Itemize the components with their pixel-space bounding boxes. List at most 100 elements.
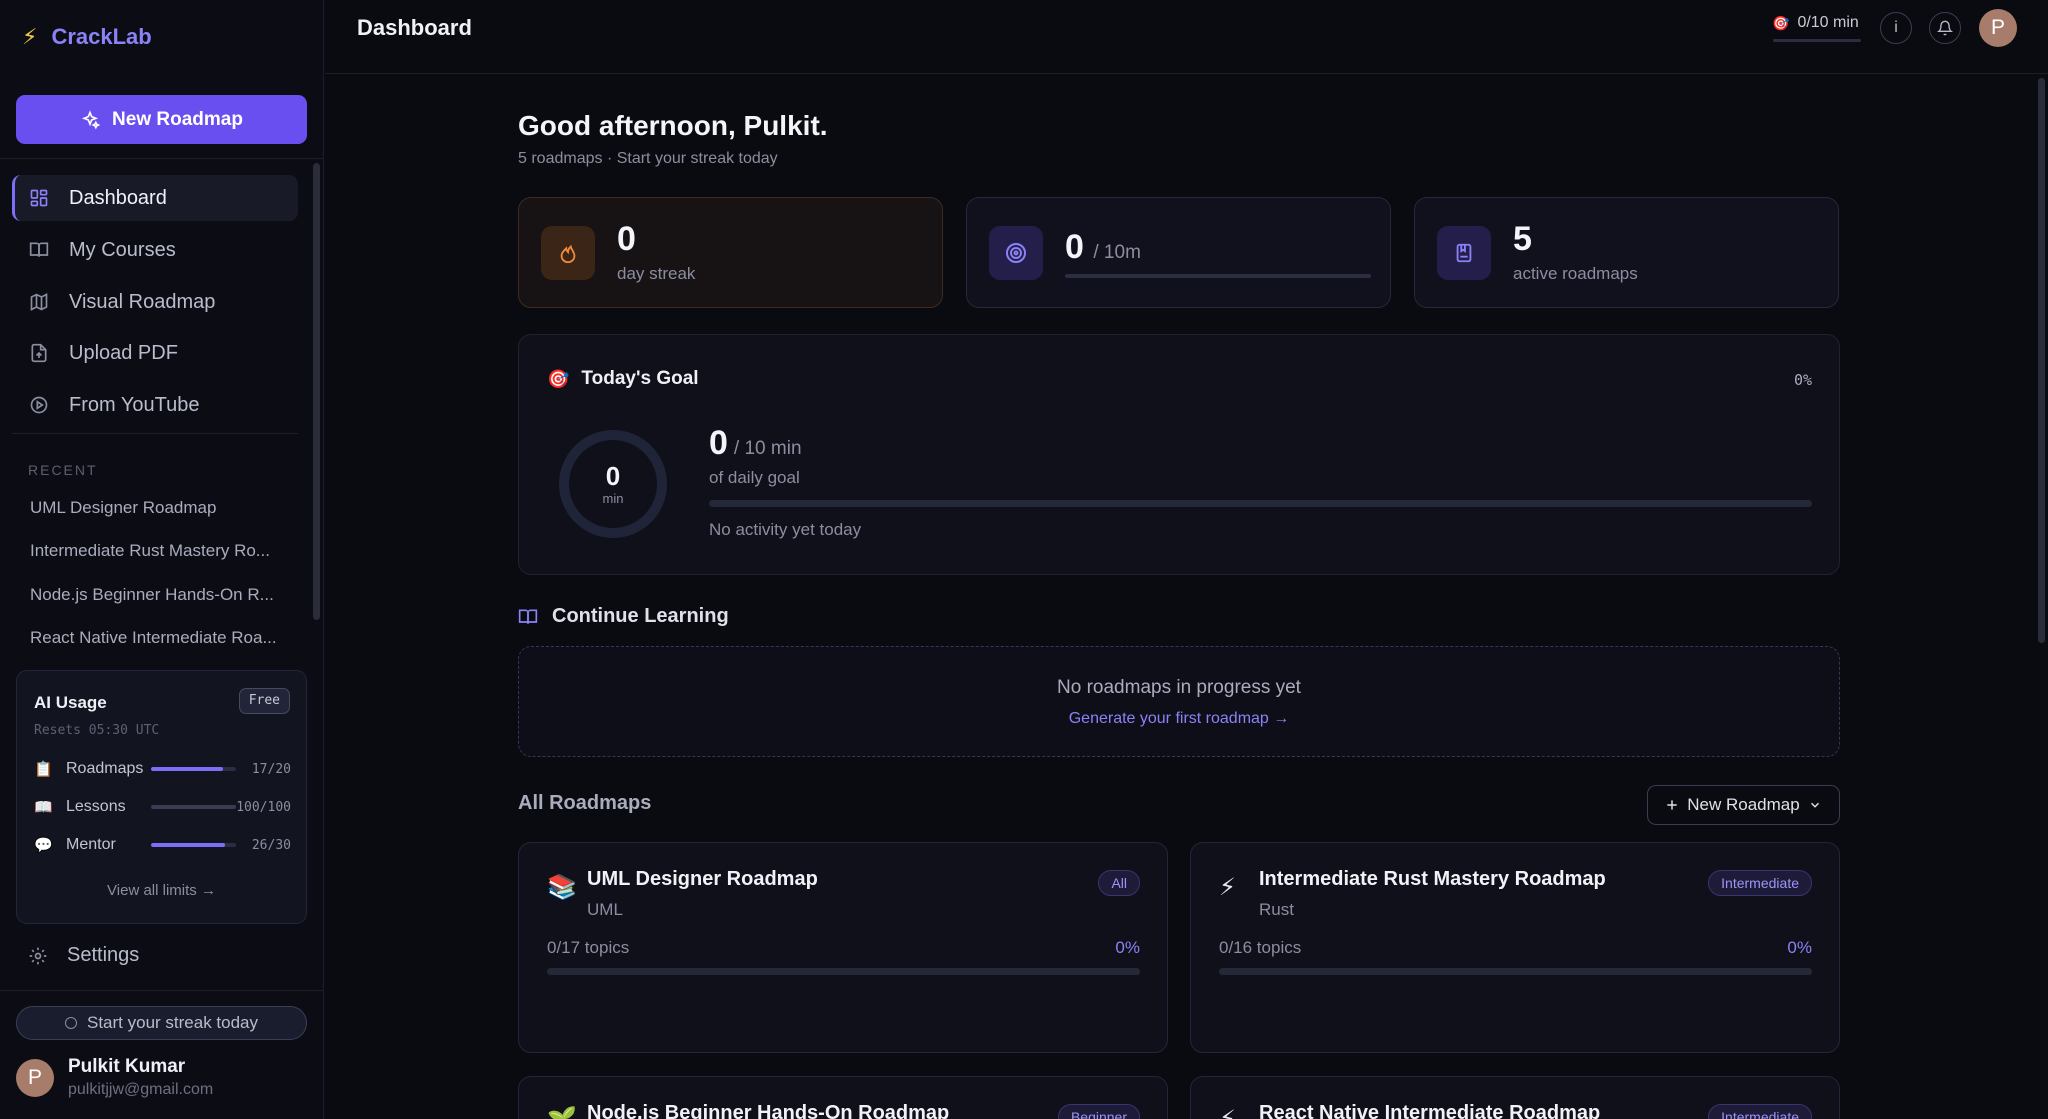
usage-reset-time: Resets 05:30 UTC [34,723,160,738]
roadmap-card[interactable]: ⚡ React Native Intermediate Roadmap Inte… [1190,1076,1840,1119]
plus-icon [1665,798,1679,812]
recent-item[interactable]: UML Designer Roadmap [30,498,286,518]
roadmap-percent: 0% [1787,938,1812,957]
sidebar-item-my-courses[interactable]: My Courses [12,227,298,273]
usage-label: Mentor [66,836,116,853]
target-icon [989,226,1043,280]
roadmap-card[interactable]: 📚 UML Designer Roadmap UML All 0/17 topi… [518,842,1168,1053]
daily-timer[interactable]: 🎯 0/10 min [1772,14,1859,32]
avatar: P [16,1058,54,1097]
greeting-subtitle: 5 roadmaps · Start your streak today [518,150,778,167]
sidebar-item-upload-pdf[interactable]: Upload PDF [12,330,298,376]
ai-usage-panel: AI Usage Free Resets 05:30 UTC 📋 Roadmap… [16,670,307,924]
plan-badge: Free [238,688,290,714]
divider [0,990,324,991]
settings-label: Settings [67,944,140,966]
usage-bar [151,767,236,771]
dashboard-grid-icon [29,188,49,208]
sidebar-scrollbar[interactable] [313,163,320,620]
target-icon: 🎯 [547,368,570,389]
roadmap-card[interactable]: 🌱 Node.js Beginner Hands-On Roadmap Begi… [518,1076,1168,1119]
divider [0,158,324,159]
brand[interactable]: ⚡ CrackLab [22,24,152,50]
streak-label: day streak [617,264,696,283]
sidebar-item-label: Dashboard [69,186,167,209]
all-roadmaps-heading: All Roadmaps [518,792,652,814]
roadmap-title: React Native Intermediate Roadmap [1259,1102,1601,1119]
goal-header: 🎯 Today's Goal [547,368,699,390]
level-badge: Beginner [1057,1104,1140,1119]
file-upload-icon [29,343,49,363]
roadmaps-count: 5 [1513,220,1532,258]
recent-item[interactable]: Intermediate Rust Mastery Ro... [30,541,286,561]
goal-percent: 0% [1793,371,1812,389]
usage-label: Lessons [66,798,126,815]
usage-bar-fill [151,767,224,771]
new-roadmap-label: New Roadmap [112,108,243,130]
sidebar-item-label: My Courses [69,238,176,261]
empty-state-title: No roadmaps in progress yet [1057,677,1301,698]
book-open-icon [29,240,49,260]
goal-value: 0/ 10 min [709,424,802,463]
timer-progress-bar [1773,39,1861,42]
roadmap-percent: 0% [1115,938,1140,957]
continue-learning-heading: Continue Learning [518,605,729,628]
user-profile[interactable]: P Pulkit Kumar pulkitjjw@gmail.com [16,1056,213,1099]
sidebar-item-visual-roadmap[interactable]: Visual Roadmap [12,279,298,325]
flame-icon [541,226,595,280]
goal-title: Today's Goal [581,368,699,389]
usage-value: 17/20 [251,761,291,777]
top-bar: Dashboard 🎯 0/10 min i P [325,0,2048,74]
recent-item[interactable]: React Native Intermediate Roa... [30,628,286,648]
topics-count: 0/17 topics [547,938,630,957]
generate-roadmap-link[interactable]: Generate your first roadmap → [519,710,1839,728]
new-roadmap-dropdown-button[interactable]: New Roadmap [1647,785,1840,825]
sidebar: ⚡ CrackLab New Roadmap Dashboard My Cour… [0,0,324,1119]
brand-name: CrackLab [51,24,152,49]
ring-value: 0 [605,461,621,491]
sidebar-item-label: From YouTube [69,393,200,416]
usage-row-roadmaps: 📋 Roadmaps 17/20 [34,758,291,780]
recent-item[interactable]: Node.js Beginner Hands-On R... [30,585,286,605]
chevron-down-icon [1808,798,1822,812]
roadmap-subject: Rust [1259,900,1294,919]
minutes-value: 0 / 10m [1065,228,1141,267]
usage-row-lessons: 📖 Lessons 100/100 [34,796,291,818]
sidebar-item-from-youtube[interactable]: From YouTube [12,382,298,428]
lightning-icon: ⚡ [1219,1105,1236,1119]
sidebar-item-label: Visual Roadmap [69,290,216,313]
info-button[interactable]: i [1880,12,1912,44]
streak-pill-button[interactable]: Start your streak today [16,1006,307,1040]
minutes-count: 0 [1065,228,1084,266]
goal-progress-bar [709,500,1812,507]
roadmap-card[interactable]: ⚡ Intermediate Rust Mastery Roadmap Rust… [1190,842,1840,1053]
view-all-limits-link[interactable]: View all limits → [17,882,306,899]
notifications-button[interactable] [1929,12,1961,44]
usage-bar [151,843,236,847]
sparkles-icon [80,109,101,130]
lightning-logo-icon: ⚡ [22,24,38,49]
streak-value: 0 [617,220,636,258]
new-roadmap-button[interactable]: New Roadmap [16,95,307,144]
clipboard-icon: 📋 [34,761,53,778]
level-badge: Intermediate [1708,870,1812,896]
goal-of-label: of daily goal [709,468,800,487]
minutes-suffix: / 10m [1093,242,1141,263]
main-scrollbar[interactable] [2038,78,2045,643]
usage-bar [151,805,236,809]
sidebar-item-dashboard[interactable]: Dashboard [12,175,298,221]
gear-icon [28,946,48,966]
todays-goal-card: 🎯 Today's Goal 0% 0 min 0/ 10 min of dai… [518,334,1840,575]
user-avatar-button[interactable]: P [1979,9,2017,47]
roadmap-subject: UML [587,900,623,919]
roadmap-progress-bar [547,968,1140,975]
minutes-progress-bar [1065,274,1371,278]
usage-bar-fill [151,843,225,847]
book-open-icon [518,607,538,627]
seedling-icon: 🌱 [547,1105,577,1119]
topics-count: 0/16 topics [1219,938,1302,957]
bookmark-book-icon [1437,226,1491,280]
sidebar-item-settings[interactable]: Settings [28,944,139,967]
user-info: Pulkit Kumar pulkitjjw@gmail.com [68,1056,213,1099]
goal-suffix: / 10 min [733,438,802,459]
